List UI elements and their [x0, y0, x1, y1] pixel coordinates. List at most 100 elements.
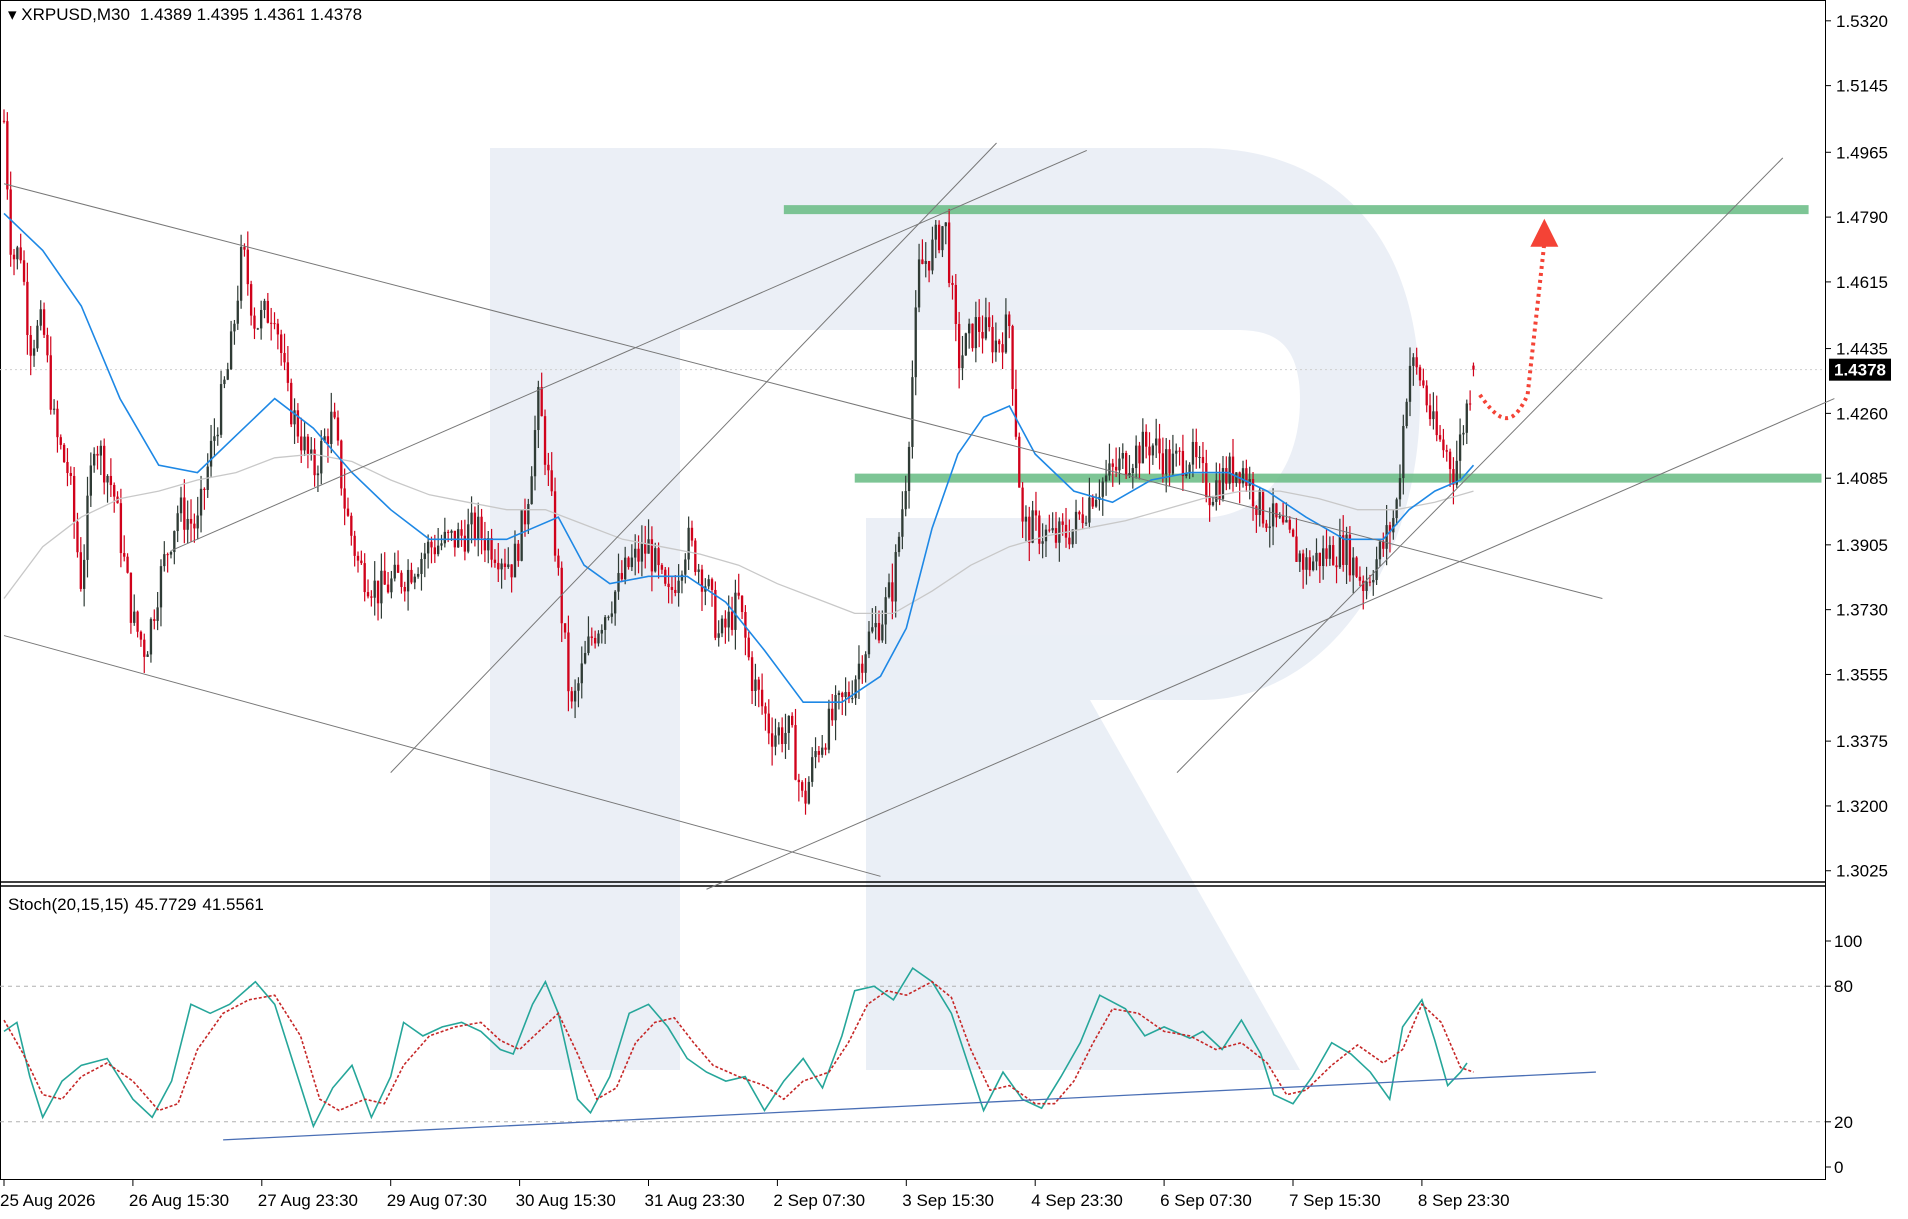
- symbol-label: XRPUSD,M30: [21, 5, 130, 24]
- candle-body: [1305, 557, 1308, 570]
- candle-body: [1225, 468, 1228, 484]
- dropdown-triangle-icon: ▾: [8, 5, 21, 24]
- candle-body: [577, 683, 580, 691]
- candle-body: [994, 340, 998, 353]
- candle-body: [303, 436, 306, 451]
- candle-body: [790, 715, 794, 726]
- candle-body: [1291, 529, 1295, 537]
- stoch-y-tick-label: 20: [1834, 1113, 1853, 1132]
- candle-body: [630, 557, 634, 568]
- candle-body: [981, 331, 984, 339]
- candle-body: [670, 586, 674, 590]
- candle-body: [216, 434, 219, 437]
- candle-body: [256, 328, 259, 330]
- candle-body: [1365, 581, 1368, 591]
- candle-body: [1071, 529, 1074, 545]
- candle-body: [300, 436, 303, 451]
- candle-body: [844, 692, 847, 698]
- candle-body: [774, 735, 777, 747]
- candle-body: [967, 323, 971, 334]
- candle-body: [1228, 456, 1231, 484]
- candle-body: [219, 384, 223, 435]
- candle-body: [296, 410, 300, 437]
- candle-body: [243, 246, 246, 250]
- candle-body: [72, 475, 76, 522]
- candle-body: [1392, 518, 1395, 533]
- candle-body: [684, 559, 687, 575]
- candle-body: [306, 436, 310, 454]
- candle-body: [1472, 365, 1475, 370]
- candle-body: [603, 617, 607, 630]
- stoch-header: Stoch(20,15,15) 45.7729 41.5561: [8, 895, 264, 914]
- candle-body: [777, 727, 780, 736]
- y-tick-label: 1.4965: [1836, 143, 1888, 162]
- candle-body: [1382, 541, 1385, 549]
- candle-body: [877, 622, 881, 641]
- candle-body: [1091, 497, 1094, 507]
- candle-body: [610, 613, 613, 617]
- y-tick-label: 1.5145: [1836, 77, 1888, 96]
- candle-body: [6, 121, 9, 190]
- candle-body: [737, 592, 740, 596]
- candle-body: [857, 663, 861, 680]
- candle-body: [1448, 451, 1452, 470]
- candle-body: [540, 386, 543, 417]
- candle-body: [500, 563, 503, 570]
- candle-body: [497, 562, 500, 570]
- candle-body: [239, 246, 243, 301]
- candle-body: [1068, 537, 1071, 545]
- candle-body: [784, 732, 787, 745]
- candle-body: [1034, 510, 1038, 516]
- candle-body: [340, 440, 343, 489]
- candle-body: [79, 552, 82, 589]
- trend-line: [3, 635, 881, 877]
- candle-body: [376, 580, 380, 604]
- candle-body: [1121, 453, 1124, 459]
- stoch-y-tick-label: 80: [1834, 977, 1853, 996]
- candle-body: [82, 559, 86, 589]
- forecast-arrow-path: [1478, 242, 1547, 421]
- candle-body: [503, 563, 507, 567]
- candle-body: [16, 247, 19, 260]
- candle-body: [1311, 561, 1315, 571]
- y-tick-label: 1.3730: [1836, 601, 1888, 620]
- candle-body: [530, 476, 533, 505]
- candle-body: [249, 284, 253, 316]
- candle-body: [657, 548, 660, 566]
- candle-body: [974, 317, 978, 349]
- candle-body: [1001, 344, 1004, 353]
- candle-body: [143, 639, 146, 657]
- candle-body: [1021, 487, 1024, 522]
- candle-body: [1358, 576, 1362, 581]
- candle-body: [794, 725, 797, 780]
- candle-body: [807, 781, 811, 804]
- candle-body: [527, 504, 530, 525]
- candle-body: [153, 619, 156, 621]
- candle-body: [1038, 515, 1041, 544]
- candle-body: [1322, 548, 1325, 567]
- candle-body: [123, 553, 126, 557]
- candle-body: [209, 440, 213, 467]
- candle-body: [1048, 529, 1051, 531]
- candle-body: [1338, 535, 1342, 568]
- candle-body: [720, 618, 724, 634]
- candle-body: [1195, 441, 1198, 458]
- candle-body: [263, 300, 266, 310]
- symbol-dropdown[interactable]: ▾ XRPUSD,M30 1.4389 1.4395 1.4361 1.4378: [8, 5, 362, 24]
- candle-body: [1061, 521, 1064, 525]
- trading-chart[interactable]: 1.5320 1.5145 1.4965 1.4790 1.4615 1.4435 1.42…: [0, 0, 1908, 1219]
- candle-body: [169, 552, 173, 555]
- candle-body: [66, 462, 69, 474]
- candle-body: [1412, 357, 1415, 366]
- candle-body: [203, 488, 206, 490]
- candle-body: [1261, 489, 1265, 524]
- candle-body: [1018, 436, 1021, 488]
- candle-body: [864, 654, 867, 673]
- y-tick-label: 1.4790: [1836, 208, 1888, 227]
- candle-body: [597, 633, 600, 644]
- candle-body: [954, 284, 957, 325]
- candle-body: [189, 518, 193, 524]
- candle-body: [607, 616, 610, 618]
- candle-body: [697, 569, 700, 572]
- candle-body: [176, 513, 179, 532]
